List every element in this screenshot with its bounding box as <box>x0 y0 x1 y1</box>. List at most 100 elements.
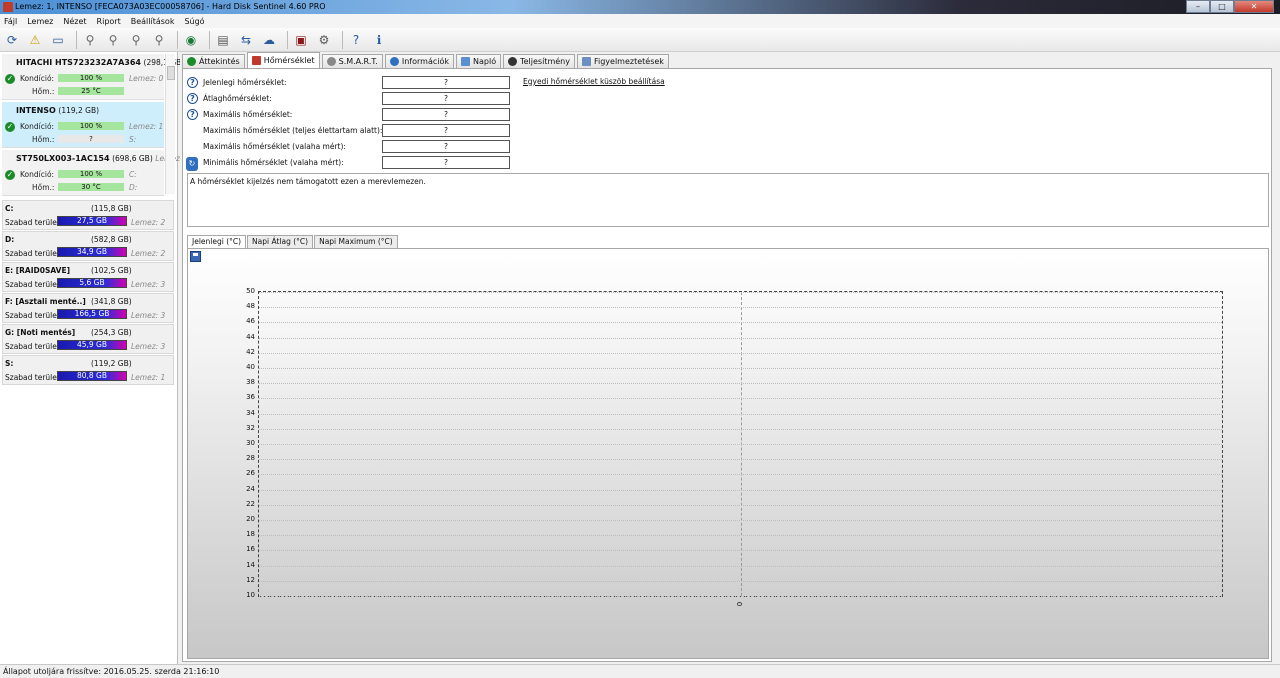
free-space-bar: 27,5 GB <box>57 216 127 226</box>
info-value: ? <box>382 124 510 137</box>
scrollbar-thumb[interactable] <box>167 66 175 80</box>
chart-gridline <box>259 383 1222 385</box>
volume-item[interactable]: D: (582,8 GB) Szabad terület 34,9 GB Lem… <box>2 231 174 261</box>
volume-item[interactable]: C: (115,8 GB) Szabad terület 27,5 GB Lem… <box>2 200 174 230</box>
disk-meta: Lemez: 0 <box>129 74 164 83</box>
menu-view[interactable]: Nézet <box>63 17 86 26</box>
y-tick-label: 22 <box>246 499 255 508</box>
toolbar-separator <box>177 30 178 49</box>
chart-gridline <box>259 444 1222 445</box>
info-value: ? <box>382 92 510 105</box>
volume-disk: Lemez: 1 <box>131 373 166 382</box>
question-icon[interactable]: ? <box>187 77 198 88</box>
disk-item[interactable]: INTENSO (119,2 GB) ✓ Kondíció: 100 % Lem… <box>2 102 164 148</box>
tab-alerts[interactable]: Figyelmeztetések <box>576 54 669 68</box>
menu-file[interactable]: Fájl <box>4 17 17 26</box>
tab-performance[interactable]: Teljesítmény <box>503 54 575 68</box>
tab-info[interactable]: Információk <box>384 54 454 68</box>
disk-list-scrollbar[interactable] <box>165 54 175 194</box>
menu-bar: Fájl Lemez Nézet Riport Beállítások Súgó <box>0 14 1280 28</box>
maximize-button[interactable]: □ <box>1210 0 1234 13</box>
free-space-label: Szabad terület <box>5 373 60 382</box>
y-tick-label: 30 <box>246 439 255 447</box>
volume-item[interactable]: G: [Noti mentés] (254,3 GB) Szabad terül… <box>2 324 174 354</box>
alert-icon[interactable]: ⚠ <box>26 31 44 49</box>
minimize-button[interactable]: – <box>1186 0 1210 13</box>
volume-item[interactable]: F: [Asztali menté..] (341,8 GB) Szabad t… <box>2 293 174 323</box>
menu-help[interactable]: Súgó <box>184 17 204 26</box>
check-icon: ✓ <box>5 170 15 180</box>
menu-disk[interactable]: Lemez <box>27 17 53 26</box>
condition-label: Kondíció: <box>20 122 55 131</box>
y-tick-label: 42 <box>246 347 255 356</box>
menu-report[interactable]: Riport <box>97 17 121 26</box>
usb-icon[interactable]: ⚲ <box>150 31 168 49</box>
volume-size: (582,8 GB) <box>91 235 132 244</box>
question-icon[interactable]: ? <box>187 109 198 120</box>
volume-disk: Lemez: 3 <box>131 280 166 289</box>
help-icon[interactable]: ? <box>347 31 365 49</box>
y-tick-label: 44 <box>246 332 255 341</box>
refresh-icon[interactable]: ⟳ <box>3 31 21 49</box>
y-tick-label: 14 <box>246 560 255 569</box>
monitor-icon[interactable]: ▣ <box>292 31 310 49</box>
tab-daily-average[interactable]: Napi Átlag (°C) <box>247 235 314 248</box>
volume-disk: Lemez: 2 <box>131 249 166 258</box>
info-icon <box>389 57 399 66</box>
tab-daily-maximum[interactable]: Napi Maximum (°C) <box>314 235 398 248</box>
document-icon[interactable]: ▤ <box>214 31 232 49</box>
left-panel: HITACHI HTS723232A7A364 (298,1 GB) ✓ Kon… <box>0 52 190 664</box>
volume-item[interactable]: E: [RAID0SAVE] (102,5 GB) Szabad terület… <box>2 262 174 292</box>
volume-size: (119,2 GB) <box>91 359 132 368</box>
usb-icon[interactable]: ⚲ <box>127 31 145 49</box>
y-tick-label: 40 <box>246 363 255 371</box>
disk-item[interactable]: HITACHI HTS723232A7A364 (298,1 GB) ✓ Kon… <box>2 54 184 100</box>
x-tick-label: 0 <box>735 601 744 607</box>
save-icon[interactable] <box>190 251 201 262</box>
cloud-icon[interactable]: ☁ <box>260 31 278 49</box>
volume-size: (102,5 GB) <box>91 266 132 275</box>
disk-item[interactable]: ST750LX003-1AC154 (698,6 GB) Lemez: 2 ✓ … <box>2 150 190 196</box>
toolbar-separator <box>209 30 210 49</box>
volume-disk: Lemez: 3 <box>131 311 166 320</box>
tab-log[interactable]: Napló <box>456 54 502 68</box>
info-icon[interactable]: ℹ <box>370 31 388 49</box>
gear-icon[interactable]: ⚙ <box>315 31 333 49</box>
info-row: Minimális hőmérséklet (valaha mért): ? <box>187 156 687 169</box>
disk-icon[interactable]: ▭ <box>49 31 67 49</box>
title-bar: Lemez: 1, INTENSO [FECA073A03EC00058706]… <box>0 0 1280 14</box>
globe-icon[interactable]: ◉ <box>182 31 200 49</box>
chart-gridline <box>259 565 1222 567</box>
condition-label: Kondíció: <box>20 74 55 83</box>
close-button[interactable]: ✕ <box>1234 0 1274 13</box>
chart-gridline <box>259 474 1222 476</box>
toolbar-separator <box>342 30 343 49</box>
volume-name: G: [Noti mentés] <box>5 328 76 337</box>
chart-gridline <box>259 368 1222 369</box>
info-value: ? <box>382 156 510 169</box>
refresh-temperature-button[interactable]: ↻ <box>186 157 198 171</box>
volume-item[interactable]: S: (119,2 GB) Szabad terület 80,8 GB Lem… <box>2 355 174 385</box>
tab-temperature[interactable]: Hőmérséklet <box>246 52 320 68</box>
menu-settings[interactable]: Beállítások <box>131 17 175 26</box>
info-row: Maximális hőmérséklet (teljes élettartam… <box>187 124 687 137</box>
tab-overview[interactable]: Áttekintés <box>182 54 245 68</box>
threshold-settings-link[interactable]: Egyedi hőmérséklet küszöb beállítása <box>523 77 665 86</box>
free-space-label: Szabad terület <box>5 280 60 289</box>
y-tick-label: 46 <box>246 317 255 326</box>
volume-name: E: [RAID0SAVE] <box>5 266 71 275</box>
chart-gridline <box>259 307 1222 309</box>
tab-smart[interactable]: S.M.A.R.T. <box>321 54 383 68</box>
y-tick-label: 50 <box>246 287 255 295</box>
tab-current[interactable]: Jelenlegi (°C) <box>187 235 247 248</box>
temp-label: Hőm.: <box>32 87 55 96</box>
window-controls: – □ ✕ <box>1186 0 1274 13</box>
question-icon[interactable]: ? <box>187 93 198 104</box>
usb-icon[interactable]: ⚲ <box>104 31 122 49</box>
volume-disk: Lemez: 2 <box>131 218 166 227</box>
y-tick-label: 32 <box>246 423 255 432</box>
temperature-message: A hőmérséklet kijelzés nem támogatott ez… <box>187 173 1269 227</box>
usb-icon[interactable]: ⚲ <box>81 31 99 49</box>
sync-icon[interactable]: ⇆ <box>237 31 255 49</box>
toolbar-separator <box>76 30 77 49</box>
